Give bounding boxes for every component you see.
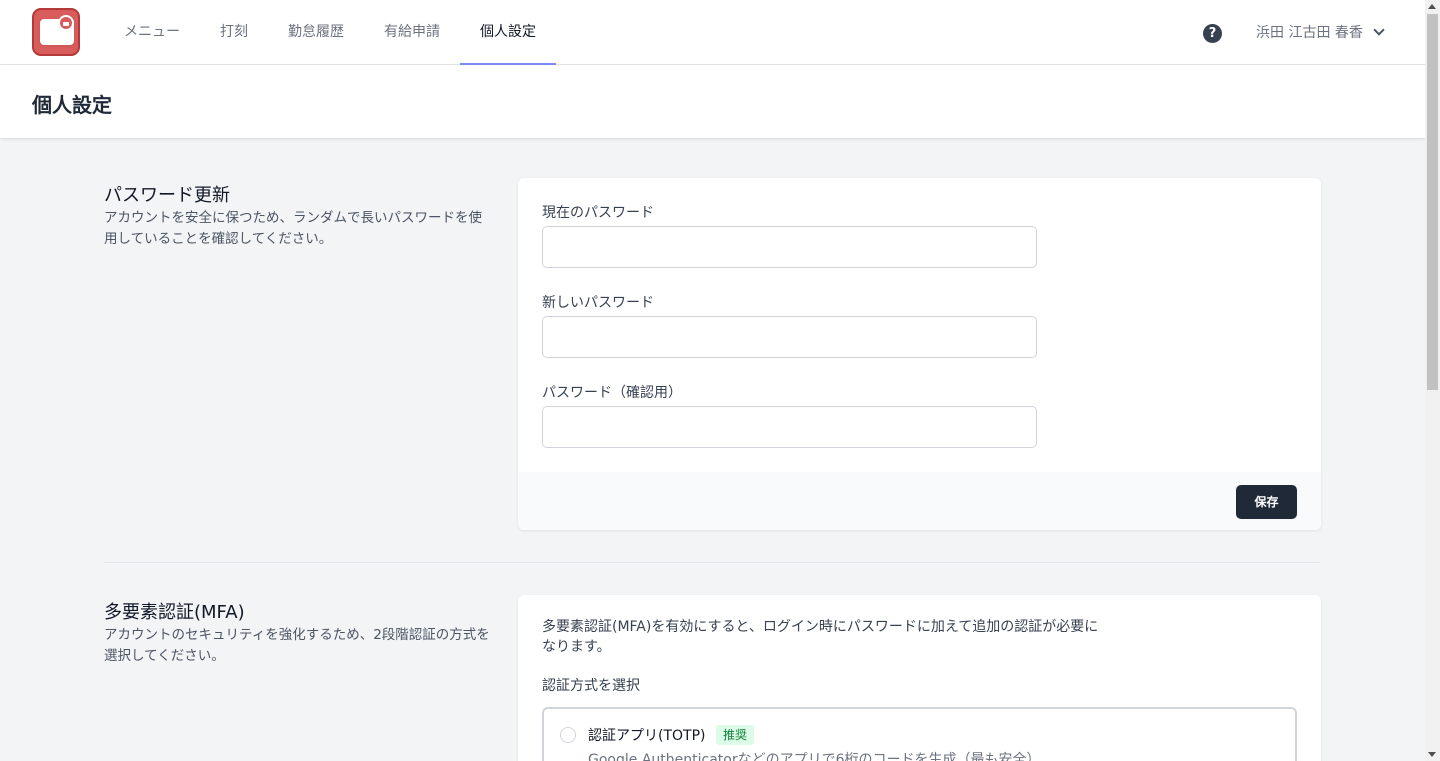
scroll-up-arrow-icon[interactable]	[1428, 4, 1436, 9]
mfa-card: 多要素認証(MFA)を有効にすると、ログイン時にパスワードに加えて追加の認証が必…	[518, 595, 1321, 761]
password-section-description: アカウントを安全に保つため、ランダムで長いパスワードを使用していることを確認して…	[104, 210, 482, 247]
mfa-intro-text: 多要素認証(MFA)を有効にすると、ログイン時にパスワードに加えて追加の認証が必…	[542, 619, 1099, 655]
user-menu[interactable]: 浜田 江古田 春香	[1256, 0, 1385, 64]
user-name: 浜田 江古田 春香	[1256, 25, 1363, 41]
mfa-section-description: アカウントのセキュリティを強化するため、2段階認証の方式を選択してください。	[104, 627, 490, 664]
nav-item-clock-in[interactable]: 打刻	[200, 0, 268, 65]
top-navigation: メニュー 打刻 勤怠履歴 有給申請 個人設定 ? 浜田 江古田 春香	[0, 0, 1425, 65]
new-password-label: 新しいパスワード	[542, 295, 654, 311]
page-title: 個人設定	[32, 93, 112, 117]
help-icon[interactable]: ?	[1203, 24, 1222, 43]
mfa-section-title: 多要素認証(MFA)	[104, 602, 245, 623]
mfa-option-totp-radio[interactable]	[560, 727, 576, 743]
mfa-option-description: Google Authenticatorなどのアプリで6桁のコードを生成（最も安…	[588, 752, 1041, 761]
save-button[interactable]: 保存	[1236, 485, 1297, 519]
scroll-thumb[interactable]	[1427, 14, 1438, 390]
vertical-scrollbar[interactable]	[1425, 0, 1440, 761]
app-logo[interactable]	[32, 8, 80, 56]
nav-item-paid-leave[interactable]: 有給申請	[364, 0, 460, 65]
logo-chip-icon	[44, 25, 52, 31]
new-password-input[interactable]	[542, 316, 1037, 358]
nav-item-attendance-history[interactable]: 勤怠履歴	[268, 0, 364, 65]
mfa-option-title: 認証アプリ(TOTP)	[588, 728, 706, 744]
scroll-down-arrow-icon[interactable]	[1428, 752, 1436, 757]
mfa-option-totp[interactable]: 認証アプリ(TOTP) 推奨 Google Authenticatorなどのアプ…	[542, 707, 1297, 761]
nav-item-personal-settings[interactable]: 個人設定	[460, 0, 556, 65]
chevron-down-icon	[1373, 24, 1385, 36]
password-card-footer: 保存	[518, 472, 1321, 530]
nav-item-menu[interactable]: メニュー	[104, 0, 200, 65]
main-nav: メニュー 打刻 勤怠履歴 有給申請 個人設定	[104, 0, 556, 65]
section-divider	[104, 562, 1320, 563]
confirm-password-input[interactable]	[542, 406, 1037, 448]
logo-lock-icon	[58, 15, 74, 31]
confirm-password-label: パスワード（確認用）	[542, 385, 682, 401]
mfa-method-label: 認証方式を選択	[542, 678, 640, 694]
current-password-input[interactable]	[542, 226, 1037, 268]
password-card: 現在のパスワード 新しいパスワード パスワード（確認用） 保存	[518, 178, 1321, 530]
page-header: 個人設定	[0, 65, 1425, 138]
current-password-label: 現在のパスワード	[542, 205, 654, 221]
password-section-title: パスワード更新	[104, 185, 230, 206]
recommended-badge: 推奨	[716, 725, 755, 745]
